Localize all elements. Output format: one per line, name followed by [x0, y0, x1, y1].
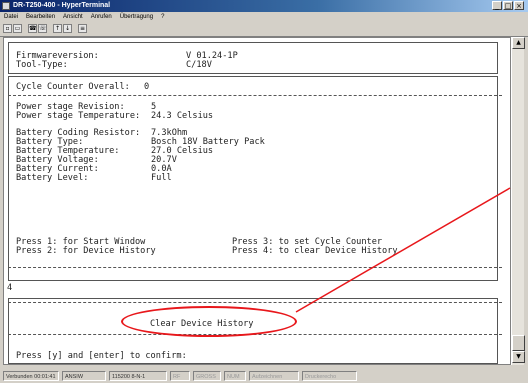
menu-edit[interactable]: Bearbeiten: [26, 14, 55, 20]
vertical-scrollbar[interactable]: ▲ ▼: [511, 37, 525, 365]
option-clear-device-history: Press 4: to clear Device History: [232, 246, 398, 256]
scroll-thumb[interactable]: [512, 335, 525, 351]
menu-transfer[interactable]: Übertragung: [120, 14, 153, 20]
properties-icon[interactable]: ≡: [78, 24, 87, 33]
powerstage-temperature-value: 24.3 Celsius: [151, 111, 214, 121]
app-icon: [2, 2, 10, 10]
highlight-ellipse: [121, 306, 297, 337]
status-capture: Aufzeichnen: [249, 371, 299, 381]
window-title: DR-T250-400 - HyperTerminal: [13, 2, 111, 9]
menu-bar: Datei Bearbeiten Ansicht Anrufen Übertragung…: [0, 12, 528, 22]
receive-icon[interactable]: ↓: [63, 24, 72, 33]
scroll-down-icon[interactable]: ▼: [512, 351, 525, 363]
status-num: NUM: [224, 371, 246, 381]
close-button[interactable]: ×: [514, 1, 524, 10]
maximize-button[interactable]: □: [503, 1, 513, 10]
send-icon[interactable]: ↑: [53, 24, 62, 33]
minimize-button[interactable]: _: [492, 1, 502, 10]
window-controls: _ □ ×: [492, 1, 524, 10]
title-bar: DR-T250-400 - HyperTerminal _ □ ×: [0, 0, 528, 12]
open-icon[interactable]: ▭: [13, 24, 22, 33]
status-emulation: ANSIW: [62, 371, 106, 381]
status-port-settings: 115200 8-N-1: [109, 371, 167, 381]
divider: [8, 302, 502, 303]
option-device-history: Press 2: for Device History: [16, 246, 156, 256]
confirm-prompt: Press [y] and [enter] to confirm:: [16, 351, 187, 361]
menu-view[interactable]: Ansicht: [63, 14, 83, 20]
toolbar: ▫ ▭ ☎ ☏ ↑ ↓ ≡: [0, 22, 528, 37]
menu-call[interactable]: Anrufen: [91, 14, 112, 20]
tooltype-value: C/18V: [186, 60, 212, 70]
cycle-counter-label: Cycle Counter Overall:: [16, 82, 130, 92]
call-icon[interactable]: ☎: [28, 24, 37, 33]
divider: [8, 267, 502, 268]
powerstage-temperature-label: Power stage Temperature:: [16, 111, 141, 121]
status-scroll: RF: [170, 371, 190, 381]
menu-file[interactable]: Datei: [4, 14, 18, 20]
status-caps: GROSS: [193, 371, 221, 381]
battery-level-value: Full: [151, 173, 172, 183]
new-icon[interactable]: ▫: [3, 24, 12, 33]
battery-level-label: Battery Level:: [16, 173, 89, 183]
menu-help[interactable]: ?: [161, 14, 164, 20]
divider: [8, 95, 502, 96]
status-printecho: Druckerecho: [302, 371, 357, 381]
disconnect-icon[interactable]: ☏: [38, 24, 47, 33]
cycle-counter-value: 0: [144, 82, 150, 92]
tooltype-label: Tool-Type:: [16, 60, 68, 70]
input-echo: 4: [7, 283, 13, 293]
status-bar: Verbunden 00:01:41 ANSIW 115200 8-N-1 RF…: [0, 369, 528, 383]
scroll-up-icon[interactable]: ▲: [512, 37, 525, 49]
status-connected: Verbunden 00:01:41: [3, 371, 59, 381]
